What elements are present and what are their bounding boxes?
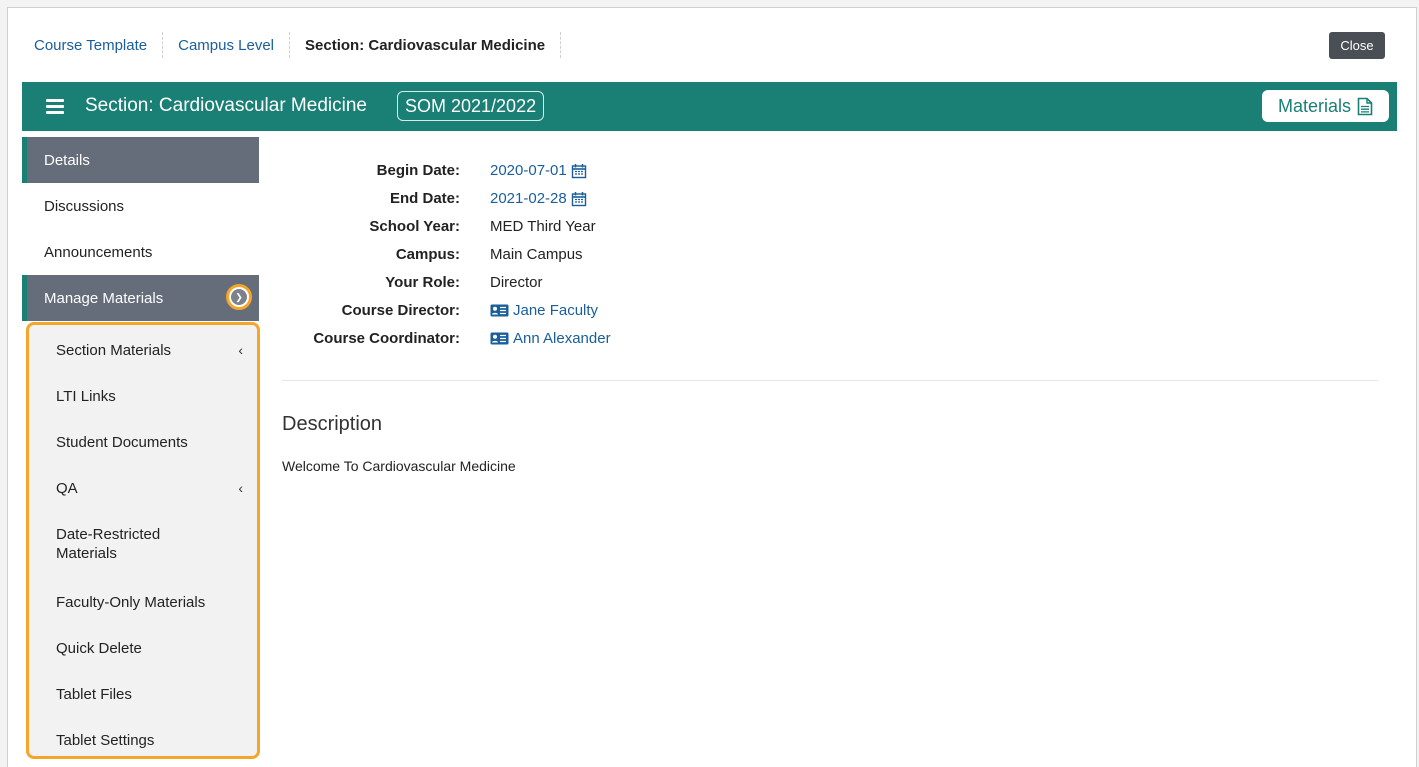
role-label: Your Role: (385, 274, 460, 291)
contact-card-icon (490, 304, 509, 317)
submenu-item-label: Quick Delete (56, 639, 142, 657)
manage-materials-submenu: Section Materials ‹ LTI Links Student Do… (26, 322, 260, 759)
submenu-item-label: Student Documents (56, 433, 188, 451)
sidebar-item-details[interactable]: Details (22, 137, 259, 183)
sidebar-item-announcements[interactable]: Announcements (22, 229, 259, 275)
submenu-item-label: Section Materials (56, 341, 172, 359)
submenu-item-tablet-settings[interactable]: Tablet Settings (29, 720, 257, 760)
breadcrumb-course-template[interactable]: Course Template (34, 37, 147, 54)
sidebar-item-label: Announcements (44, 243, 153, 261)
submenu-item-quick-delete[interactable]: Quick Delete (29, 628, 257, 668)
calendar-icon[interactable] (571, 163, 587, 179)
school-year-label: School Year: (369, 218, 460, 235)
breadcrumb-separator (560, 32, 562, 58)
submenu-item-label: Tablet Settings (56, 731, 155, 749)
campus-label: Campus: (395, 246, 460, 263)
breadcrumb-separator (289, 32, 291, 58)
submenu-item-label: Date-Restricted Materials (56, 526, 161, 562)
submenu-item-label: QA (56, 479, 78, 497)
begin-date-value[interactable]: 2020-07-01 (490, 162, 587, 179)
submenu-item-tablet-files[interactable]: Tablet Files (29, 674, 257, 714)
materials-button-label: Materials (1277, 95, 1352, 116)
description-heading: Description (282, 413, 383, 435)
divider (282, 380, 1378, 381)
chevron-left-icon: ‹ (238, 480, 243, 496)
submenu-item-section-materials[interactable]: Section Materials ‹ (29, 330, 257, 370)
begin-date-label: Begin Date: (376, 162, 460, 179)
end-date-value[interactable]: 2021-02-28 (490, 190, 587, 207)
end-date-label: End Date: (389, 190, 460, 207)
campus-value: Main Campus (490, 246, 583, 263)
breadcrumb-campus-level[interactable]: Campus Level (178, 37, 274, 54)
course-director-label: Course Director: (341, 302, 460, 319)
calendar-icon[interactable] (571, 191, 587, 207)
submenu-item-student-documents[interactable]: Student Documents (29, 422, 257, 462)
submenu-item-lti-links[interactable]: LTI Links (29, 376, 257, 416)
hamburger-menu-icon[interactable] (46, 99, 64, 114)
submenu-item-label: Faculty-Only Materials (56, 593, 206, 611)
submenu-item-label: LTI Links (56, 387, 116, 405)
school-year-badge: SOM 2021/2022 (397, 91, 545, 121)
end-date-text: 2021-02-28 (490, 190, 567, 207)
submenu-item-date-restricted-materials[interactable]: Date-Restricted Materials (29, 520, 199, 568)
sidebar-item-label: Details (44, 151, 90, 169)
section-header-bar: Section: Cardiovascular Medicine SOM 202… (22, 82, 1397, 131)
sidebar: Details Discussions Announcements Manage… (22, 137, 259, 321)
section-title: Section: Cardiovascular Medicine (85, 95, 367, 116)
chevron-down-icon: ❯ (231, 289, 247, 305)
submenu-item-faculty-only-materials[interactable]: Faculty-Only Materials (29, 582, 257, 622)
document-icon (1357, 97, 1373, 115)
sidebar-item-label: Discussions (44, 197, 125, 215)
close-button[interactable]: Close (1329, 32, 1385, 59)
course-coordinator-name: Ann Alexander (513, 330, 611, 347)
sidebar-item-label: Manage Materials (44, 289, 164, 307)
breadcrumb-current-section: Section: Cardiovascular Medicine (305, 36, 546, 54)
course-director-name: Jane Faculty (513, 302, 599, 319)
sidebar-item-manage-materials[interactable]: Manage Materials ❯ (22, 275, 259, 321)
chevron-left-icon: ‹ (238, 342, 243, 358)
role-value: Director (490, 274, 543, 291)
course-coordinator-label: Course Coordinator: (313, 330, 460, 347)
course-director-link[interactable]: Jane Faculty (490, 302, 598, 319)
submenu-item-qa[interactable]: QA ‹ (29, 468, 257, 508)
submenu-item-label: Tablet Files (56, 685, 132, 703)
contact-card-icon (490, 332, 509, 345)
breadcrumb-separator (162, 32, 164, 58)
description-text: Welcome To Cardiovascular Medicine (282, 458, 516, 474)
course-coordinator-link[interactable]: Ann Alexander (490, 330, 611, 347)
sidebar-item-discussions[interactable]: Discussions (22, 183, 259, 229)
breadcrumb: Course Template Campus Level Section: Ca… (34, 32, 576, 58)
school-year-value: MED Third Year (490, 218, 596, 235)
begin-date-text: 2020-07-01 (490, 162, 567, 179)
materials-button[interactable]: Materials (1262, 90, 1389, 122)
expand-toggle-button[interactable]: ❯ (226, 284, 252, 310)
